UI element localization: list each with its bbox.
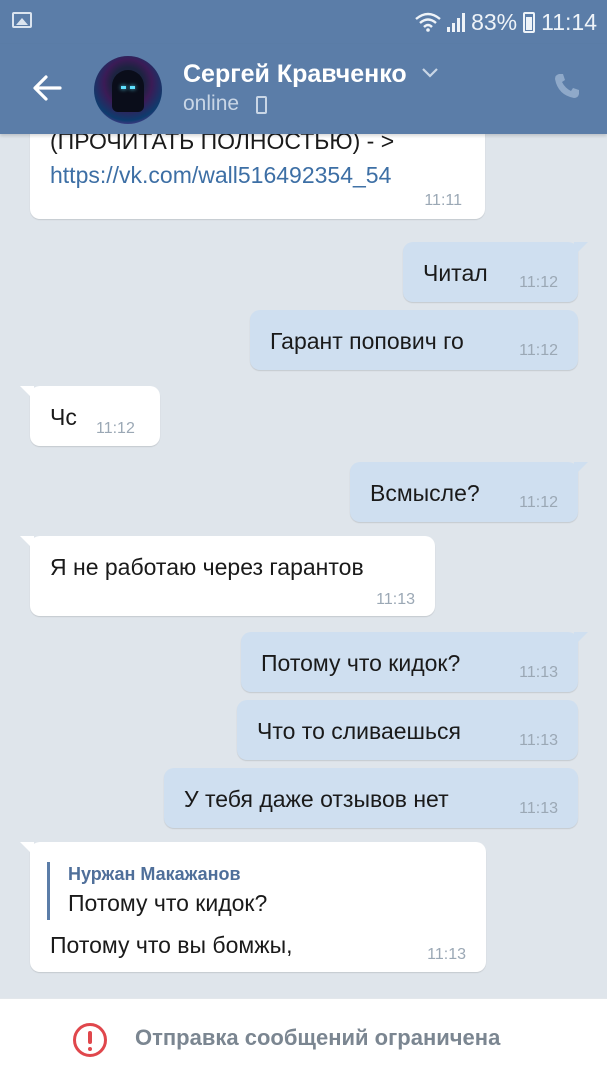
message-incoming[interactable]: Я не работаю через гарантов 11:13 (20, 536, 435, 616)
restriction-notice: Отправка сообщений ограничена (135, 1025, 501, 1050)
mobile-device-icon (256, 96, 267, 114)
message-text: (ПРОЧИТАТЬ ПОЛНОСТЬЮ) - > (50, 134, 395, 154)
signal-icon (447, 12, 466, 32)
message-time: 11:12 (519, 274, 558, 291)
message-text: Всмысле? (370, 480, 480, 506)
chat-header: Сергей Кравченко online (0, 44, 607, 134)
chevron-down-icon[interactable] (421, 66, 439, 80)
status-right: 83% 11:14 (415, 8, 597, 36)
message-outgoing[interactable]: Гарант попович го 11:12 (250, 310, 578, 370)
reply-quote-bar (47, 862, 50, 920)
contact-name[interactable]: Сергей Кравченко (183, 60, 407, 89)
reply-text: Потому что кидок? (68, 890, 268, 916)
message-time: 11:12 (96, 420, 135, 437)
message-outgoing[interactable]: Всмысле? 11:12 (350, 462, 588, 522)
wifi-icon (415, 12, 441, 32)
message-incoming-reply[interactable]: Нуржан Макажанов Потому что кидок? Потом… (20, 842, 486, 972)
phone-call-icon[interactable] (552, 71, 582, 101)
message-text: Что то сливаешься (257, 718, 461, 744)
message-outgoing[interactable]: Читал 11:12 (403, 242, 588, 302)
message-incoming[interactable]: (ПРОЧИТАТЬ ПОЛНОСТЬЮ) - > https://vk.com… (30, 134, 485, 219)
gallery-icon (12, 12, 32, 28)
avatar[interactable] (94, 56, 162, 124)
clock: 11:14 (541, 8, 597, 35)
message-outgoing[interactable]: Что то сливаешься 11:13 (237, 700, 578, 760)
message-outgoing[interactable]: У тебя даже отзывов нет 11:13 (164, 768, 578, 828)
message-time: 11:13 (519, 664, 558, 681)
warning-icon (73, 1023, 107, 1057)
message-text: Чс (50, 404, 77, 430)
message-text: Потому что кидок? (261, 650, 461, 676)
message-time: 11:13 (376, 591, 415, 608)
message-text: Потому что вы бомжы, (50, 932, 293, 958)
message-time: 11:11 (424, 192, 462, 209)
message-incoming[interactable]: Чс 11:12 (20, 386, 160, 446)
message-text: У тебя даже отзывов нет (184, 786, 449, 812)
message-text: Гарант попович го (270, 328, 464, 354)
message-link[interactable]: https://vk.com/wall516492354_54 (50, 160, 391, 190)
message-time: 11:13 (427, 946, 466, 963)
battery-percent: 83% (471, 8, 518, 35)
message-time: 11:12 (519, 494, 558, 511)
message-outgoing[interactable]: Потому что кидок? 11:13 (241, 632, 588, 692)
message-feed[interactable]: (ПРОЧИТАТЬ ПОЛНОСТЬЮ) - > https://vk.com… (0, 134, 607, 998)
message-text: Я не работаю через гарантов (50, 554, 364, 580)
footer-notice: Отправка сообщений ограничена (0, 998, 607, 1080)
reply-author[interactable]: Нуржан Макажанов (68, 859, 241, 889)
back-arrow-icon[interactable] (30, 70, 66, 106)
battery-icon (523, 11, 536, 33)
contact-status: online (183, 92, 240, 115)
message-time: 11:12 (519, 342, 558, 359)
message-time: 11:13 (519, 800, 558, 817)
status-bar: 83% 11:14 (0, 0, 607, 44)
message-time: 11:13 (519, 732, 558, 749)
message-text: Читал (423, 260, 488, 286)
